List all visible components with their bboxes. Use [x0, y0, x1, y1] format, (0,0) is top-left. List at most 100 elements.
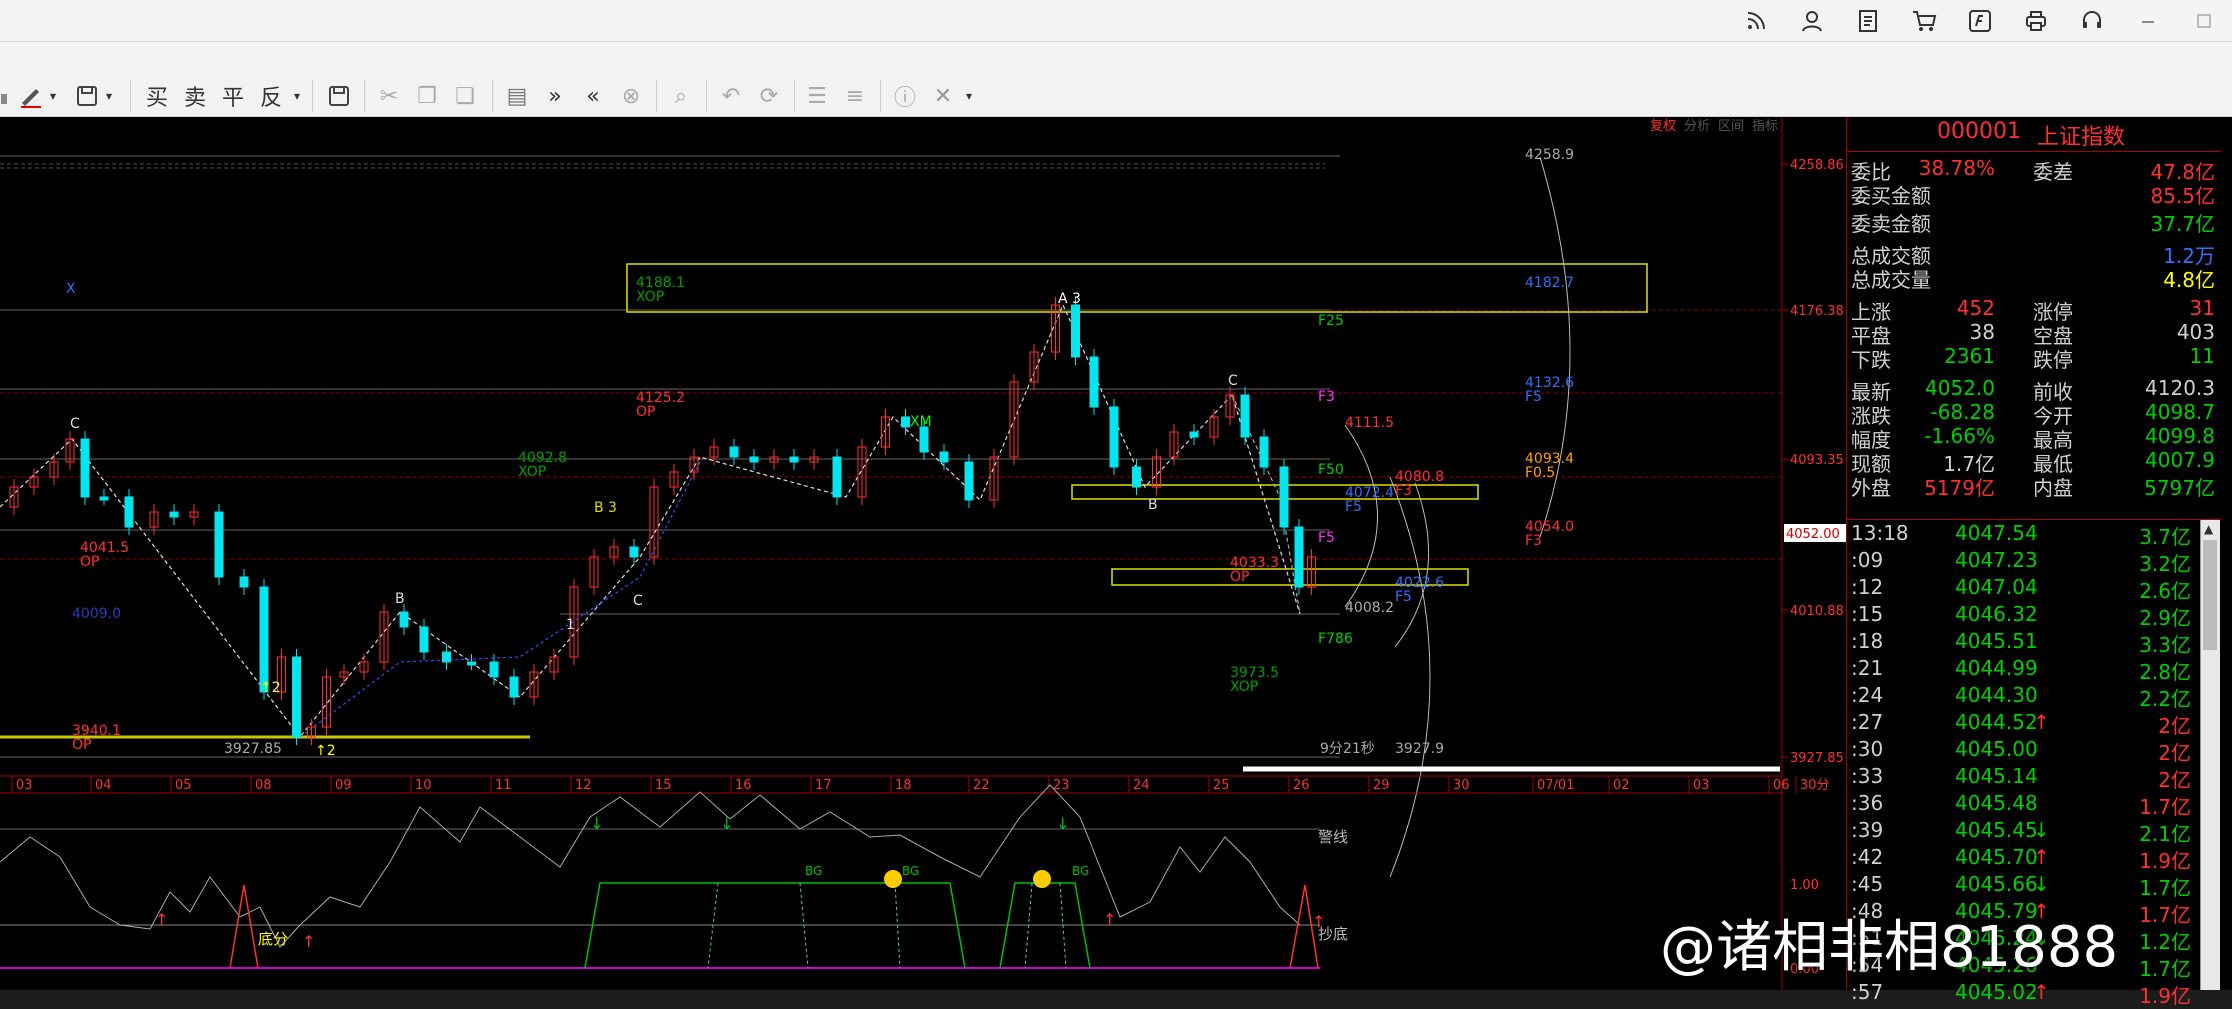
candle-body[interactable]	[749, 456, 759, 463]
candle-body[interactable]	[419, 626, 429, 653]
refresh-icon[interactable]: ⟳	[752, 80, 786, 112]
candle-body[interactable]	[901, 416, 910, 428]
tick-row[interactable]: 13:18 4047.54 3.7亿	[1847, 521, 2221, 549]
zoom-icon[interactable]: ⌕	[664, 80, 698, 112]
cart-icon[interactable]	[1896, 0, 1952, 42]
candle-body[interactable]	[1109, 406, 1119, 468]
candle-body[interactable]	[1071, 304, 1080, 358]
tick-row[interactable]: :21 4044.99 2.8亿	[1847, 656, 2221, 684]
candle-body[interactable]	[1259, 436, 1269, 468]
candle-body[interactable]	[1089, 356, 1099, 408]
minimize-icon[interactable]	[2120, 0, 2176, 42]
tick-direction-icon: ↑	[2033, 845, 2050, 869]
sell-button[interactable]: 卖	[178, 80, 212, 112]
candle-body[interactable]	[939, 451, 949, 463]
printer-icon[interactable]	[2008, 0, 2064, 42]
date-tick: 18	[895, 778, 912, 793]
tab-analysis[interactable]: 分析	[1684, 119, 1710, 134]
info-icon[interactable]: ⓘ	[888, 80, 922, 112]
reverse-button[interactable]: 反	[254, 80, 288, 112]
candle-body[interactable]	[919, 426, 929, 453]
cut-icon[interactable]: ✂	[372, 80, 406, 112]
buy-button[interactable]: 买	[140, 80, 174, 112]
copy-icon[interactable]: ❐	[410, 80, 444, 112]
candle-body[interactable]	[1294, 526, 1304, 588]
undo-icon[interactable]: ↶	[714, 80, 748, 112]
tick-row[interactable]: :30 4045.00 2亿	[1847, 737, 2221, 765]
back-icon[interactable]: «	[576, 80, 610, 112]
align-icon[interactable]: ≡	[838, 80, 872, 112]
candle-body[interactable]	[729, 446, 739, 458]
candle-body[interactable]	[509, 676, 519, 698]
flat-button[interactable]: 平	[216, 80, 250, 112]
candle-body[interactable]	[99, 496, 109, 501]
candle-body[interactable]	[1189, 431, 1199, 438]
candle-body[interactable]	[239, 576, 249, 588]
candlestick-chart[interactable]: 复权 分析 区间 指标 4258.9 4188.1 XOP 4182.7 F25…	[0, 117, 1846, 990]
tick-row[interactable]: :09 4047.23 3.2亿	[1847, 548, 2221, 576]
maximize-icon[interactable]	[2176, 0, 2232, 42]
candles[interactable]	[9, 297, 1316, 745]
pen-icon[interactable]	[16, 80, 46, 112]
close-icon[interactable]: ✕	[926, 80, 960, 112]
quote-value: 403	[2176, 320, 2215, 344]
tick-row[interactable]: :15 4046.32 2.9亿	[1847, 602, 2221, 630]
headset-icon[interactable]	[2064, 0, 2120, 42]
candle-body[interactable]	[964, 461, 974, 501]
candle-body[interactable]	[80, 438, 90, 498]
tick-row[interactable]: :18 4045.51 3.3亿	[1847, 629, 2221, 657]
stock-logo-icon[interactable]	[1952, 0, 2008, 42]
list-icon[interactable]: ☰	[800, 80, 834, 112]
wave-x-label: X	[66, 281, 76, 297]
tab-restore-right[interactable]: 复权	[1650, 118, 1676, 134]
candle-body[interactable]	[789, 456, 799, 463]
chevron-down-icon[interactable]: ▾	[46, 80, 60, 112]
tick-row[interactable]: :45 4045.66 ↓ 1.7亿	[1847, 872, 2221, 900]
candle-body[interactable]	[399, 611, 409, 628]
drawing-toolbar: ▾ ▾ 买 卖 平 反 ▾ ✂ ❐ ❏ ▤ » « ⊗ ⌕ ↶ ⟳ ☰ ≡ ⓘ …	[0, 42, 2232, 117]
tab-range[interactable]: 区间	[1718, 119, 1744, 134]
candle-body[interactable]	[1132, 466, 1141, 488]
candle-body[interactable]	[1279, 466, 1289, 528]
wave-b-label-2: B	[1148, 497, 1158, 513]
chevron-down-icon[interactable]: ▾	[290, 80, 304, 112]
scroll-up-icon[interactable]: ▲	[2204, 522, 2213, 536]
chevron-down-icon[interactable]: ▾	[102, 80, 116, 112]
tick-row[interactable]: :33 4045.14 2亿	[1847, 764, 2221, 792]
chart-tabs: 复权 分析 区间 指标	[1650, 118, 1778, 134]
layout-icon[interactable]: ▤	[500, 80, 534, 112]
tick-row[interactable]: :12 4047.04 2.6亿	[1847, 575, 2221, 603]
tab-indicator[interactable]: 指标	[1752, 119, 1778, 134]
candle-body[interactable]	[259, 586, 269, 693]
candle-body[interactable]	[832, 456, 842, 498]
forward-icon[interactable]: »	[538, 80, 572, 112]
resistance-zone-box[interactable]	[626, 263, 1648, 313]
paste-icon[interactable]: ❏	[448, 80, 482, 112]
save-layout-icon[interactable]	[322, 80, 356, 112]
candle-body[interactable]	[629, 546, 639, 558]
tick-row[interactable]: :36 4045.48 1.7亿	[1847, 791, 2221, 819]
tick-row[interactable]: :42 4045.70 ↑ 1.9亿	[1847, 845, 2221, 873]
scroll-thumb[interactable]	[2203, 540, 2217, 650]
tick-row[interactable]: :39 4045.45 ↓ 2.1亿	[1847, 818, 2221, 846]
clear-icon[interactable]: ⊗	[614, 80, 648, 112]
candle-body[interactable]	[292, 656, 301, 738]
save-icon[interactable]	[72, 80, 102, 112]
tick-scrollbar[interactable]: ▲	[2200, 520, 2220, 990]
tick-row[interactable]: :57 4045.02 ↑ 1.9亿	[1847, 980, 2221, 1008]
tick-row[interactable]: :24 4044.30 2.2亿	[1847, 683, 2221, 711]
candle-body[interactable]	[214, 511, 224, 578]
candle-body[interactable]	[124, 496, 134, 528]
chevron-down-icon[interactable]: ▾	[962, 80, 976, 112]
user-icon[interactable]	[1784, 0, 1840, 42]
candle-body[interactable]	[169, 511, 179, 518]
document-icon[interactable]	[1840, 0, 1896, 42]
tick-price: 4045.66	[1955, 872, 2038, 896]
rss-icon[interactable]	[1728, 0, 1784, 42]
candle-body[interactable]	[1240, 394, 1250, 438]
tick-row[interactable]: :27 4044.52 ↑ 2亿	[1847, 710, 2221, 738]
candle-body[interactable]	[442, 651, 451, 663]
candle-body[interactable]	[467, 661, 476, 666]
lock-icon[interactable]	[0, 80, 12, 112]
candle-body[interactable]	[489, 661, 499, 678]
